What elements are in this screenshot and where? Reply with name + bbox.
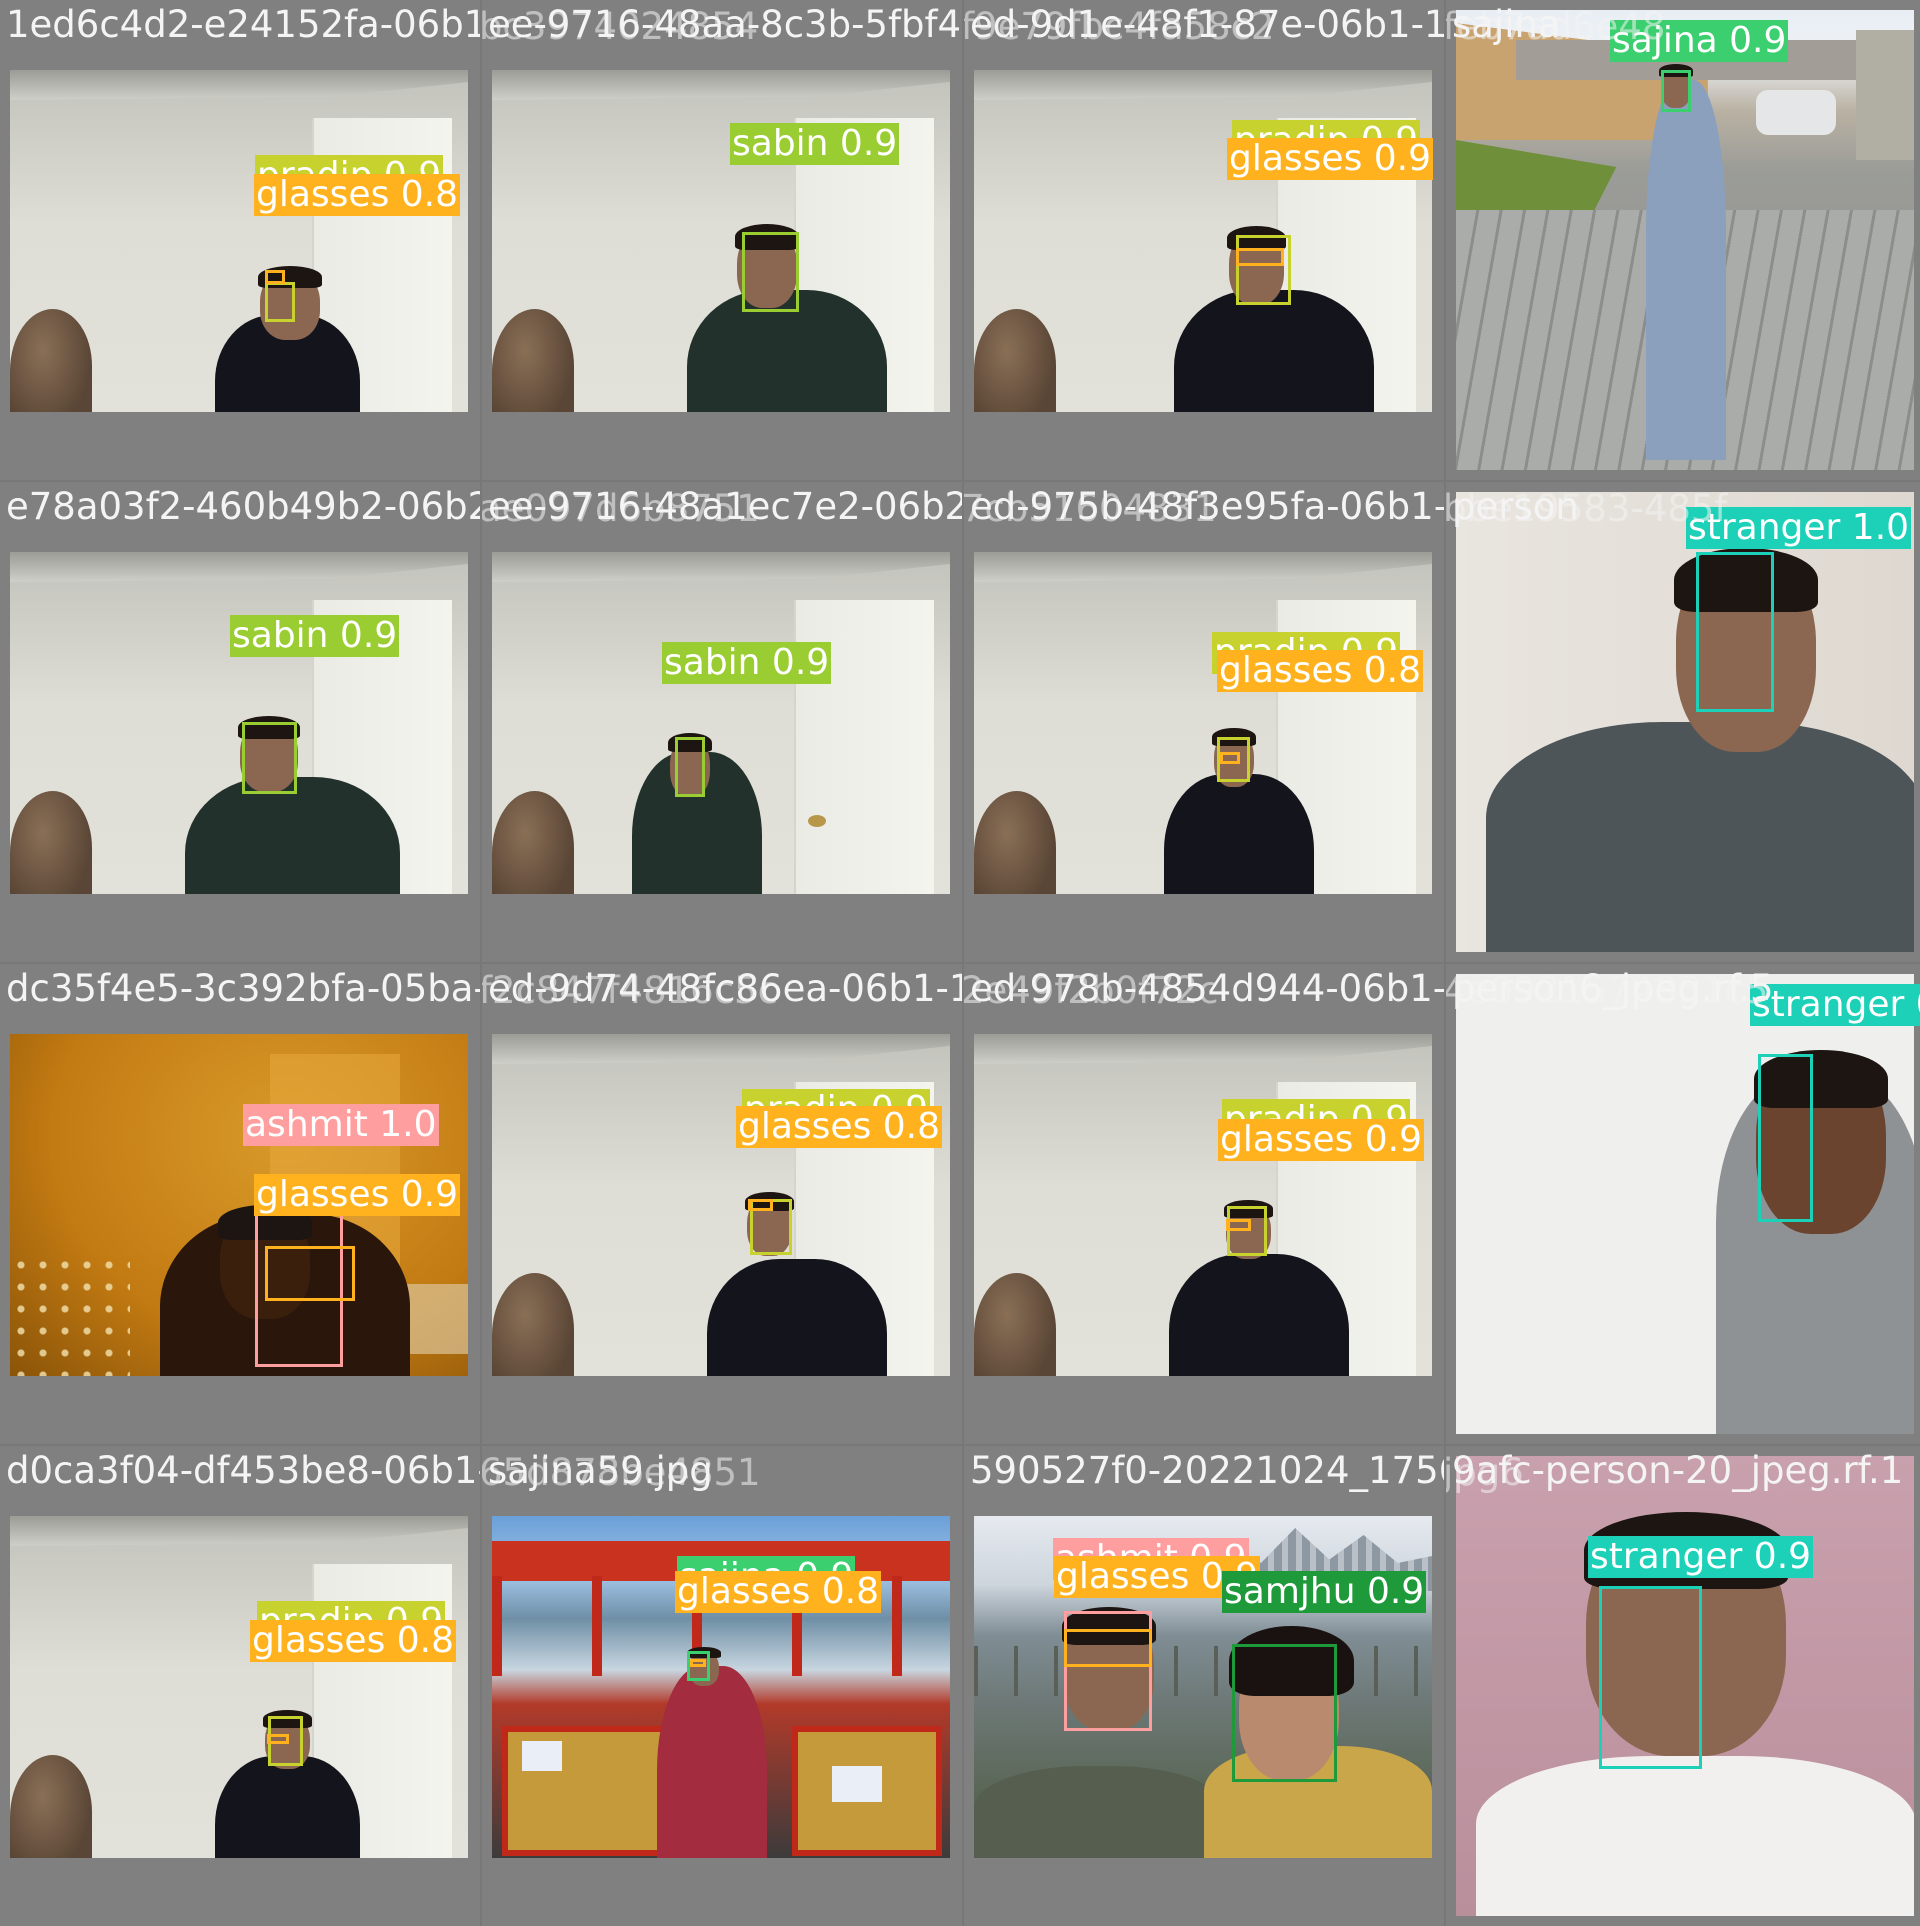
person-body xyxy=(185,777,400,894)
detection-box xyxy=(748,1199,773,1211)
filename: 9afc-person-20_jpeg.rf.1 xyxy=(1452,1449,1904,1492)
person-body-left xyxy=(974,1766,1224,1858)
person-body xyxy=(215,1756,360,1858)
tile: 1ed6c4d2-e24152fa-06b1-11pradip 0.9glass… xyxy=(0,0,480,480)
sign-5 xyxy=(522,1741,562,1771)
filename: e78a03f2-460b49b2-06b2-11 xyxy=(6,485,480,528)
detection-label: glasses 0.8 xyxy=(675,1571,882,1613)
tile: f2c847f4816c5ced-9d74-48fc86ea-06b1-11pr… xyxy=(482,964,962,1444)
filename: ee-9716-48a1ec7e2-06b2-11 xyxy=(488,485,962,528)
detection-label: samjhu 0.9 xyxy=(1222,1571,1427,1613)
filename: ed-975b-48f3e95fa-06b1-11 xyxy=(970,485,1444,528)
filename: person xyxy=(1452,485,1579,528)
detection-label: glasses 0.9 xyxy=(1227,138,1434,180)
filename: d0ca3f04-df453be8-06b1-11 xyxy=(6,1449,480,1492)
filename: person6_jpeg.rf.5 xyxy=(1452,967,1774,1010)
tile: 2e49f2b0f72ced-978b-4854d944-06b1-11prad… xyxy=(964,964,1444,1444)
detection-box xyxy=(1758,1054,1813,1222)
railing xyxy=(974,1646,1432,1696)
tile: 590527f0-20221024_175618.jpgashmit 0.9gl… xyxy=(964,1446,1444,1926)
tile: d0ca3f04-df453be8-06b1-11pradip 0.9glass… xyxy=(0,1446,480,1926)
tile: e78a03f2-460b49b2-06b2-11 sabin 0.9 xyxy=(0,482,480,962)
heater xyxy=(400,1284,468,1354)
detection-box xyxy=(267,1734,289,1744)
tile: dc35f4e5-3c392bfa-05ba-11 ashmit 1.0 glass… xyxy=(0,964,480,1444)
tile: 7cb51604831ed-975b-48f3e95fa-06b1-11prad… xyxy=(964,482,1444,962)
person-body xyxy=(1646,80,1726,460)
person-body xyxy=(707,1259,887,1376)
person-body xyxy=(1476,1756,1914,1916)
person-body xyxy=(657,1666,767,1858)
filename: ed-978b-4854d944-06b1-11 xyxy=(970,967,1444,1010)
person-body xyxy=(1164,774,1314,894)
detection-box xyxy=(265,1246,355,1301)
filename: ed-9d74-48fc86ea-06b1-11 xyxy=(488,967,962,1010)
detection-box xyxy=(1064,1629,1152,1667)
detection-label: glasses 0.8 xyxy=(736,1106,943,1148)
detection-label: glasses 0.9 xyxy=(1218,1119,1425,1161)
photo xyxy=(1456,974,1914,1434)
photo xyxy=(974,552,1432,894)
person-body xyxy=(1486,722,1914,952)
detection-box xyxy=(1232,1644,1337,1782)
filename: sajina xyxy=(1452,3,1561,46)
fence xyxy=(1856,30,1914,160)
tile: 65d878be4851sajina59.jpgsajina 0.9glasse… xyxy=(482,1446,962,1926)
photo xyxy=(10,1516,468,1858)
photo xyxy=(1456,492,1914,952)
detection-box xyxy=(242,722,297,794)
filename: 1ed6c4d2-e24152fa-06b1-11 xyxy=(6,3,480,46)
filename: ed-9d1e-48f1-87e-06b1-11 xyxy=(970,3,1444,46)
detection-label: glasses 0.8 xyxy=(250,1620,457,1662)
detection-label: stranger 0 xyxy=(1750,984,1920,1026)
filename: sajina59.jpg xyxy=(488,1449,713,1492)
detection-label: stranger 0.9 xyxy=(1588,1536,1814,1578)
detection-box xyxy=(265,270,285,284)
detection-box xyxy=(1227,1206,1267,1256)
photo xyxy=(492,70,950,412)
photo xyxy=(10,552,468,894)
detection-box xyxy=(675,737,705,797)
filename: 590527f0-20221024_175618.jpg xyxy=(970,1449,1444,1492)
tile: jpg6 9afc-person-20_jpeg.rf.1 stranger 0.9 xyxy=(1446,1446,1920,1926)
detection-box xyxy=(1220,752,1240,764)
sign-4 xyxy=(832,1766,882,1802)
detection-box xyxy=(1236,235,1291,305)
detection-box xyxy=(1236,248,1284,266)
tile: 4e0921574851c5 person6_jpeg.rf.5 stranger … xyxy=(1446,964,1920,1444)
detection-box xyxy=(1661,70,1691,112)
detection-box xyxy=(1696,552,1774,712)
photo xyxy=(492,552,950,894)
person-body xyxy=(1169,1254,1349,1376)
filename: ee-9716-48aa-8c3b-5fbf4-06b2-11 xyxy=(488,3,962,46)
tile: bc3974024854ee-9716-48aa-8c3b-5fbf4-06b2… xyxy=(482,0,962,480)
tile: feb7ad6e48 sajina sajina 0.9 xyxy=(1446,0,1920,480)
lights xyxy=(10,1254,130,1376)
detection-label: glasses 0.9 xyxy=(254,1174,461,1216)
tile: f9e79fbc4fa58c2ed-9d1e-48f1-87e-06b1-11p… xyxy=(964,0,1444,480)
detection-mosaic: 1ed6c4d2-e24152fa-06b1-11pradip 0.9glass… xyxy=(0,0,1920,1926)
detection-label: sabin 0.9 xyxy=(662,642,832,684)
person-body xyxy=(1174,290,1374,412)
detection-box xyxy=(265,282,295,322)
photo xyxy=(10,70,468,412)
detection-label: sabin 0.9 xyxy=(230,615,400,657)
detection-label: glasses 0.8 xyxy=(254,174,461,216)
car xyxy=(1756,90,1836,135)
detection-box xyxy=(1226,1219,1251,1231)
tile: ae097d6b8751ee-9716-48a1ec7e2-06b2-11sab… xyxy=(482,482,962,962)
detection-box xyxy=(1599,1586,1702,1769)
detection-label: sabin 0.9 xyxy=(730,123,900,165)
detection-label: glasses 0.8 xyxy=(1217,650,1424,692)
tile: bbe19583-485f person stranger 1.0 xyxy=(1446,482,1920,962)
filename: dc35f4e5-3c392bfa-05ba-11 xyxy=(6,967,480,1010)
detection-box xyxy=(690,1659,706,1667)
photo xyxy=(974,1034,1432,1376)
detection-label: ashmit 1.0 xyxy=(243,1104,439,1146)
photo xyxy=(492,1034,950,1376)
detection-box xyxy=(742,232,799,312)
